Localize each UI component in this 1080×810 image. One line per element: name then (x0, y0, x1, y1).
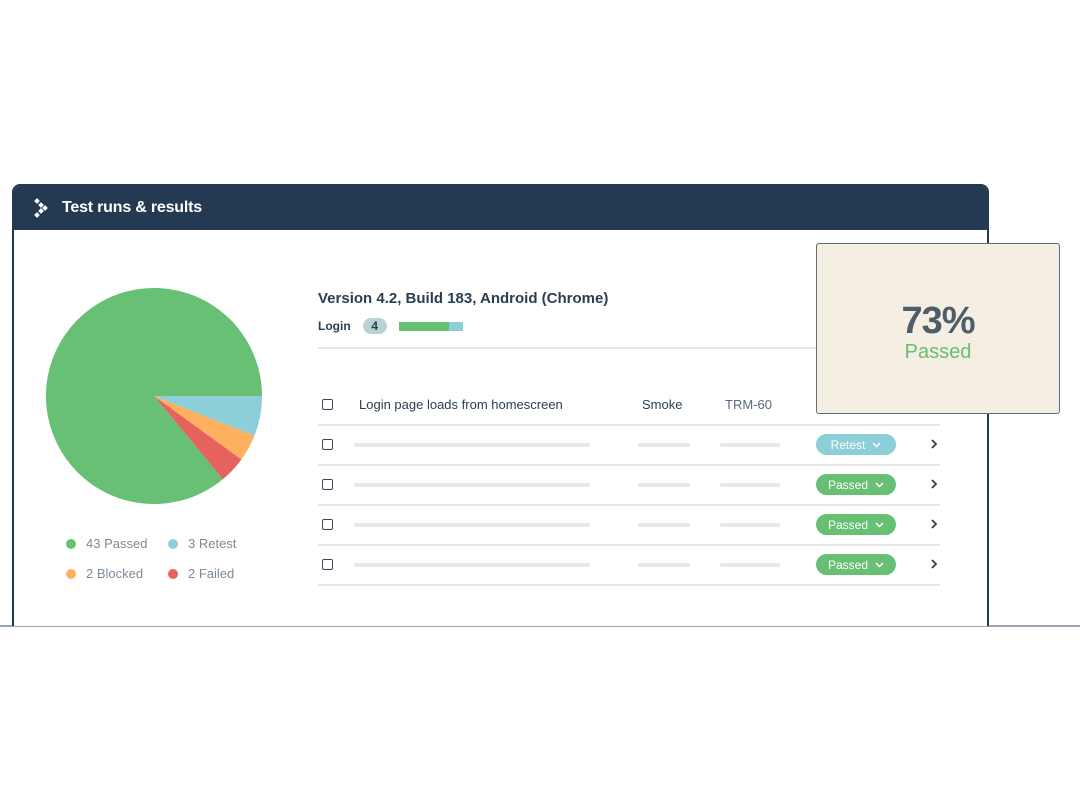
row-checkbox[interactable] (322, 559, 333, 570)
chevron-down-icon (872, 441, 881, 448)
row-checkbox[interactable] (322, 439, 333, 450)
test-type-placeholder (638, 443, 690, 447)
chevron-right-icon[interactable] (930, 478, 938, 490)
table-row[interactable]: Passed (318, 504, 940, 544)
pass-rate-value: 73% (901, 299, 975, 342)
legend-retest: 3 Retest (168, 536, 236, 551)
test-type: Smoke (642, 397, 683, 412)
chevron-down-icon (875, 561, 884, 568)
section-progress-fill (398, 321, 449, 331)
chevron-right-icon[interactable] (930, 558, 938, 570)
legend-blocked: 2 Blocked (66, 566, 143, 581)
row-checkbox[interactable] (322, 479, 333, 490)
chevron-right-icon[interactable] (930, 438, 938, 450)
legend-retest-label: 3 Retest (188, 536, 237, 551)
test-name-placeholder (354, 483, 590, 487)
test-id-placeholder (720, 443, 780, 447)
pass-rate-label: Passed (904, 340, 972, 363)
header-divider (318, 347, 838, 349)
passed-dot-icon (66, 538, 76, 549)
test-name-placeholder (354, 443, 590, 447)
table-row[interactable]: Passed (318, 544, 940, 584)
status-dropdown[interactable]: Passed (816, 474, 896, 495)
run-title: Version 4.2, Build 183, Android (Chrome) (318, 290, 609, 307)
test-type-placeholder (638, 563, 690, 567)
test-type-placeholder (638, 523, 690, 527)
brand-chevron-icon (34, 198, 48, 218)
section-label[interactable]: Login (318, 319, 351, 333)
test-id-placeholder (720, 563, 780, 567)
retest-dot-icon (168, 538, 178, 549)
chevron-down-icon (875, 481, 884, 488)
panel-title: Test runs & results (62, 199, 202, 216)
status-dropdown[interactable]: Retest (816, 434, 896, 455)
test-type-placeholder (638, 483, 690, 487)
results-pie-chart (44, 286, 264, 506)
test-id-placeholder (720, 483, 780, 487)
section-count-badge: 4 (362, 318, 387, 334)
legend-passed: 43 Passed (66, 536, 147, 551)
row-checkbox[interactable] (322, 519, 333, 530)
test-name-placeholder (354, 563, 590, 567)
status-label: Passed (827, 557, 869, 572)
panel-header: Test runs & results (14, 186, 987, 230)
status-label: Retest (830, 437, 866, 452)
row-divider (318, 584, 940, 586)
blocked-dot-icon (66, 568, 76, 579)
legend-passed-label: 43 Passed (86, 536, 148, 551)
table-row[interactable]: Passed (318, 464, 940, 504)
chevron-right-icon[interactable] (930, 518, 938, 530)
legend-blocked-label: 2 Blocked (86, 566, 144, 581)
test-name-placeholder (354, 523, 590, 527)
table-row[interactable]: Retest (318, 424, 940, 464)
section-progress-bar (398, 321, 463, 331)
test-id[interactable]: TRM-60 (725, 397, 772, 412)
legend-failed-label: 2 Failed (188, 566, 235, 581)
status-dropdown[interactable]: Passed (816, 514, 896, 535)
legend-failed: 2 Failed (168, 566, 234, 581)
status-dropdown[interactable]: Passed (816, 554, 896, 575)
status-label: Passed (827, 477, 869, 492)
status-label: Passed (827, 517, 869, 532)
row-checkbox[interactable] (322, 399, 333, 410)
test-id-placeholder (720, 523, 780, 527)
section-summary: Login 4 (318, 318, 463, 334)
pass-rate-card: 73% Passed (816, 243, 1060, 414)
chevron-down-icon (875, 521, 884, 528)
failed-dot-icon (168, 568, 178, 579)
test-name[interactable]: Login page loads from homescreen (359, 397, 563, 412)
